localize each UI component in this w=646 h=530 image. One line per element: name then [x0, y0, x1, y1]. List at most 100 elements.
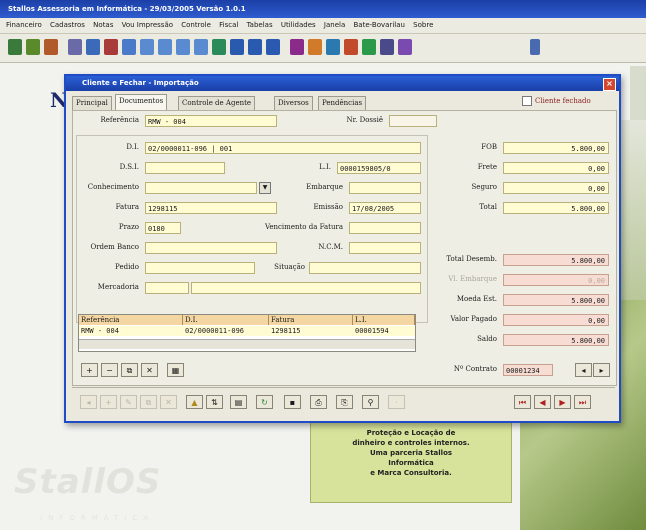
- di-field[interactable]: 02/0000011-096 | 001: [145, 142, 421, 154]
- grid-header-referencia[interactable]: Referência: [79, 315, 183, 325]
- tab-documentos[interactable]: Documentos: [115, 94, 168, 110]
- last-record-button[interactable]: ⏭: [574, 395, 591, 409]
- search-icon[interactable]: ⚲: [362, 395, 379, 409]
- conhecimento-field[interactable]: [145, 182, 257, 194]
- cancel-record-button[interactable]: ✕: [160, 395, 177, 409]
- fob-field[interactable]: 5.800,00: [503, 142, 609, 154]
- embarque-field[interactable]: [349, 182, 421, 194]
- toolbar-help-icon[interactable]: [398, 39, 412, 55]
- toolbar-users-icon[interactable]: [290, 39, 304, 55]
- tab-pendencias[interactable]: Pendências: [318, 96, 367, 110]
- new-disabled-button[interactable]: +: [100, 395, 117, 409]
- toolbar-table-icon[interactable]: [194, 39, 208, 55]
- add-button[interactable]: +: [81, 363, 98, 377]
- vencimento-field[interactable]: [349, 222, 421, 234]
- print-icon[interactable]: ⎙: [310, 395, 327, 409]
- report-icon[interactable]: ▤: [230, 395, 247, 409]
- referencia-field[interactable]: RMW - 004: [145, 115, 277, 127]
- grid-cell-fatura[interactable]: 1298115: [269, 326, 353, 336]
- fatura-field[interactable]: 1298115: [145, 202, 277, 214]
- contrato-field[interactable]: 00001234: [503, 364, 553, 376]
- toolbar-computer-icon[interactable]: [86, 39, 100, 55]
- menu-financeiro[interactable]: Financeiro: [6, 21, 42, 29]
- toolbar-report-icon[interactable]: [26, 39, 40, 55]
- emissao-field[interactable]: 17/08/2005: [349, 202, 421, 214]
- prev-contract-button[interactable]: ◂: [575, 363, 592, 377]
- toolbar-window-icon[interactable]: [140, 39, 154, 55]
- prazo-field[interactable]: 0180: [145, 222, 181, 234]
- ordem-banco-field[interactable]: [145, 242, 277, 254]
- menu-notas[interactable]: Notas: [93, 21, 113, 29]
- menu-janela[interactable]: Janela: [324, 21, 345, 29]
- grid-cell-referencia[interactable]: RMW - 004: [79, 326, 183, 336]
- sort-icon[interactable]: ⇅: [206, 395, 223, 409]
- menu-bate[interactable]: Bate-Bovarilau: [354, 21, 405, 29]
- toolbar-globe-icon[interactable]: [212, 39, 226, 55]
- ncm-field[interactable]: [349, 242, 421, 254]
- dialog-title-bar[interactable]: Cliente e Fechar - Importação ×: [66, 76, 619, 91]
- menu-utilidades[interactable]: Utilidades: [281, 21, 316, 29]
- grid-header-fatura[interactable]: Fatura: [269, 315, 353, 325]
- grid-header-di[interactable]: D.I.: [183, 315, 269, 325]
- conhecimento-dropdown-icon[interactable]: ▼: [259, 182, 271, 194]
- cliente-fechado-checkbox[interactable]: Cliente fechado: [522, 96, 591, 106]
- grid-view-button[interactable]: ▦: [167, 363, 184, 377]
- save-icon[interactable]: ▪: [284, 395, 301, 409]
- frete-field[interactable]: 0,00: [503, 162, 609, 174]
- refresh-icon[interactable]: ↻: [256, 395, 273, 409]
- pedido-field[interactable]: [145, 262, 255, 274]
- toolbar-bell-icon[interactable]: [344, 39, 358, 55]
- toolbar-print-icon[interactable]: [68, 39, 82, 55]
- menu-fiscal[interactable]: Fiscal: [219, 21, 238, 29]
- remove-button[interactable]: −: [101, 363, 118, 377]
- toolbar-money-icon[interactable]: [104, 39, 118, 55]
- toolbar-grid-icon[interactable]: [158, 39, 172, 55]
- mercadoria-desc-field[interactable]: [191, 282, 421, 294]
- print-preview-icon[interactable]: ⎘: [336, 395, 353, 409]
- dsi-field[interactable]: [145, 162, 225, 174]
- menu-sobre[interactable]: Sobre: [413, 21, 433, 29]
- toolbar-list-icon[interactable]: [176, 39, 190, 55]
- menu-impressao[interactable]: Vou Impressão: [122, 21, 173, 29]
- tab-diversos[interactable]: Diversos: [274, 96, 313, 110]
- grid-cell-li[interactable]: 00001594: [353, 326, 415, 336]
- grid-horizontal-scrollbar[interactable]: [79, 339, 415, 349]
- export-disabled-button[interactable]: ·: [388, 395, 405, 409]
- tab-principal[interactable]: Principal: [72, 96, 112, 110]
- toolbar-doc-icon[interactable]: [122, 39, 136, 55]
- toolbar-folder-icon[interactable]: [308, 39, 322, 55]
- tab-controle-agente[interactable]: Controle de Agente: [178, 96, 256, 110]
- toolbar-tools-icon[interactable]: [44, 39, 58, 55]
- toolbar-screen-icon[interactable]: [380, 39, 394, 55]
- prev-record-button[interactable]: ◀: [534, 395, 551, 409]
- grid-cell-di[interactable]: 02/0000011-096: [183, 326, 269, 336]
- menu-tabelas[interactable]: Tabelas: [247, 21, 273, 29]
- menu-cadastros[interactable]: Cadastros: [50, 21, 85, 29]
- close-icon[interactable]: ×: [603, 78, 616, 91]
- delete-button[interactable]: ✕: [141, 363, 158, 377]
- total-field[interactable]: 5.800,00: [503, 202, 609, 214]
- li-field[interactable]: 0000159805/0: [337, 162, 421, 174]
- copy-button[interactable]: ⧉: [121, 363, 138, 377]
- first-disabled-button[interactable]: ◂: [80, 395, 97, 409]
- toolbar-cart-icon[interactable]: [362, 39, 376, 55]
- grid-header-li[interactable]: L.I.: [353, 315, 415, 325]
- dossie-field[interactable]: [389, 115, 437, 127]
- next-record-button[interactable]: ▶: [554, 395, 571, 409]
- toolbar-chart-icon[interactable]: [8, 39, 22, 55]
- copy-record-button[interactable]: ⧉: [140, 395, 157, 409]
- documentos-grid[interactable]: Referência D.I. Fatura L.I. RMW - 004 02…: [78, 314, 416, 352]
- toolbar-calc-icon[interactable]: [326, 39, 340, 55]
- seguro-field[interactable]: 0,00: [503, 182, 609, 194]
- toolbar-book2-icon[interactable]: [248, 39, 262, 55]
- checkbox-box[interactable]: [522, 96, 532, 106]
- toolbar-book-icon[interactable]: [230, 39, 244, 55]
- edit-disabled-button[interactable]: ✎: [120, 395, 137, 409]
- menu-controle[interactable]: Controle: [181, 21, 211, 29]
- filter-icon[interactable]: ▲: [186, 395, 203, 409]
- first-record-button[interactable]: ⏮: [514, 395, 531, 409]
- mercadoria-code-field[interactable]: [145, 282, 189, 294]
- toolbar-book3-icon[interactable]: [266, 39, 280, 55]
- toolbar-person-icon[interactable]: [530, 39, 540, 55]
- next-contract-button[interactable]: ▸: [593, 363, 610, 377]
